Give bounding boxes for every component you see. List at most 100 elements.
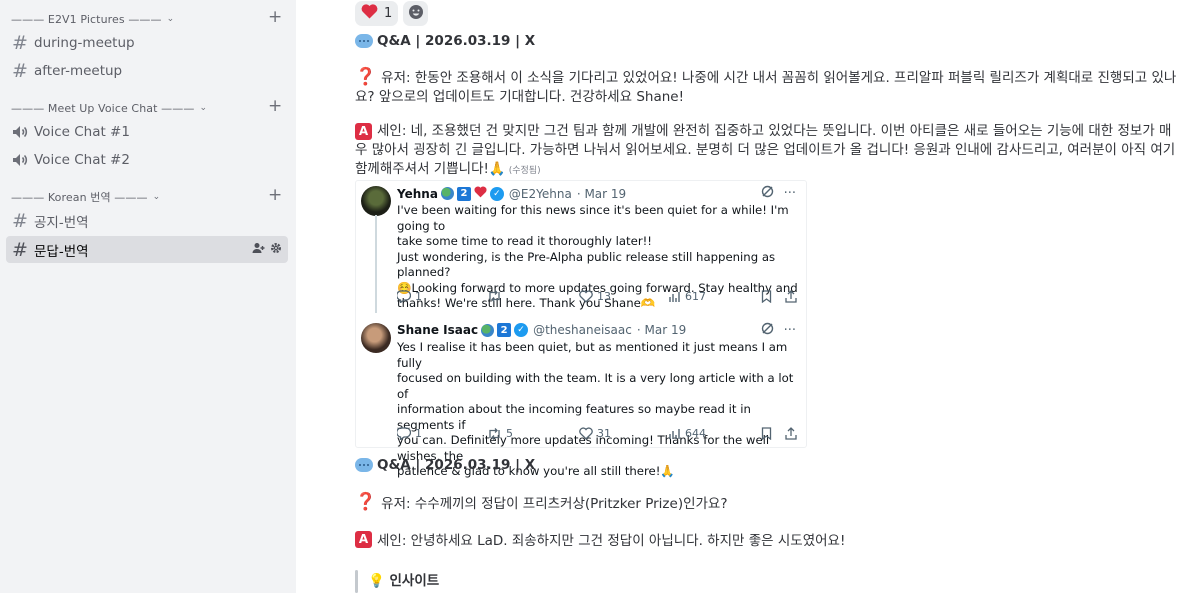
reply-button[interactable]: 1 xyxy=(397,290,422,303)
tweet-line: I've been waiting for this news since it… xyxy=(397,203,789,233)
insight-heading-text: 💡 인사이트 xyxy=(368,573,440,589)
answer-text: A 세인: 안녕하세요 LaD. 죄송하지만 그건 정답이 아닙니다. 하지만 … xyxy=(355,529,845,549)
like-button[interactable]: 31 xyxy=(579,427,611,440)
category-e2v1-pictures[interactable]: ——— E2V1 Pictures ——— ⌄ xyxy=(11,10,174,28)
globe-icon xyxy=(481,323,495,337)
create-channel-plus-icon[interactable]: + xyxy=(268,98,282,115)
letter-a-icon: A xyxy=(355,123,372,140)
answer-text: A 세인: 네, 조용했던 건 맞지만 그건 팀과 함께 개발에 완전히 집중하고… xyxy=(355,122,1180,181)
bookmark-button[interactable] xyxy=(761,290,772,303)
category-meetup-voice-chat[interactable]: ——— Meet Up Voice Chat ——— ⌄ xyxy=(11,99,207,117)
verified-icon: ✓ xyxy=(489,186,504,201)
number-badge: 2 xyxy=(456,186,471,201)
views-button[interactable]: 644 xyxy=(669,427,706,440)
channel-label: after-meetup xyxy=(34,62,123,79)
hash-icon: # xyxy=(12,209,28,232)
speech-bubble-icon xyxy=(355,458,373,472)
like-button[interactable]: 13 xyxy=(579,290,611,303)
heart-outline-icon xyxy=(579,427,593,440)
reply-button[interactable]: 1 xyxy=(397,427,422,440)
speaker-icon xyxy=(12,125,34,139)
share-button[interactable] xyxy=(785,290,797,303)
author-handle[interactable]: @E2Yehna xyxy=(509,187,572,201)
reply-count: 1 xyxy=(415,427,422,440)
views-button[interactable]: 617 xyxy=(669,290,706,303)
tweet-author-row: Yehna 2 ✓ @E2Yehna · Mar 19 xyxy=(397,186,626,201)
share-button[interactable] xyxy=(785,427,797,440)
bookmark-icon xyxy=(761,290,772,303)
more-options-icon[interactable]: ··· xyxy=(784,186,796,201)
tweet-line: Just wondering, is the Pre-Alpha public … xyxy=(397,249,776,280)
reply-count: 1 xyxy=(415,290,422,303)
gear-icon[interactable] xyxy=(270,242,282,257)
message-header: Q&A | 2026.03.19 | X xyxy=(355,33,535,49)
tweet-line: take some time to read it thoroughly lat… xyxy=(397,234,652,248)
channel-label: 문답-번역 xyxy=(34,243,89,260)
tweet-actions: 1 13 617 xyxy=(397,290,802,306)
speaker-icon xyxy=(12,153,34,167)
retweet-icon xyxy=(489,290,500,302)
channel-qna-translation[interactable]: # 문답-번역 xyxy=(6,236,288,263)
author-handle[interactable]: @theshaneisaac xyxy=(533,323,632,337)
grok-icon[interactable] xyxy=(761,185,774,202)
views-icon xyxy=(669,291,680,302)
number-badge: 2 xyxy=(497,323,512,337)
hash-icon: # xyxy=(12,59,28,82)
category-korean-translation[interactable]: ——— Korean 번역 ——— ⌄ xyxy=(11,188,160,206)
views-count: 617 xyxy=(685,290,706,303)
channel-after-meetup[interactable]: # after-meetup xyxy=(6,57,288,84)
insight-heading: 💡 인사이트 xyxy=(368,569,439,589)
tweet-author-row: Shane Isaac 2 ✓ @theshaneisaac · Mar 19 xyxy=(397,323,686,337)
tweet-date[interactable]: · Mar 19 xyxy=(577,187,626,201)
speech-bubble-icon xyxy=(355,34,373,48)
answer-body: 세인: 안녕하세요 LaD. 죄송하지만 그건 정답이 아닙니다. 하지만 좋은… xyxy=(377,533,846,549)
tweet-line: Yes I realise it has been quiet, but as … xyxy=(397,340,788,370)
avatar[interactable] xyxy=(361,323,391,353)
grok-icon[interactable] xyxy=(761,322,774,339)
bookmark-icon xyxy=(761,427,772,440)
voice-channel-1[interactable]: Voice Chat #1 xyxy=(6,118,288,145)
views-icon xyxy=(669,428,680,439)
message-header-text: Q&A | 2026.03.19 | X xyxy=(377,33,536,49)
question-mark-icon: ❓ xyxy=(355,67,377,87)
voice-channel-2[interactable]: Voice Chat #2 xyxy=(6,146,288,173)
tweet-menu: ··· xyxy=(761,322,796,339)
chevron-down-icon: ⌄ xyxy=(166,14,175,24)
question-text: ❓ 유저: 한동안 조용해서 이 소식을 기다리고 있었어요! 나중에 시간 내서… xyxy=(355,68,1180,107)
channel-sidebar: ——— E2V1 Pictures ——— ⌄ + # during-meetu… xyxy=(0,0,296,593)
retweet-button[interactable]: 5 xyxy=(487,427,513,440)
question-body: 유저: 수수께끼의 정답이 프리츠커상(Pritzker Prize)인가요? xyxy=(381,496,728,512)
retweet-icon xyxy=(489,427,500,440)
author-name[interactable]: Shane Isaac xyxy=(397,323,478,337)
tweet-date[interactable]: · Mar 19 xyxy=(637,323,686,337)
views-count: 644 xyxy=(685,427,706,440)
avatar[interactable] xyxy=(361,186,391,216)
heart-icon xyxy=(474,186,487,201)
channel-label: 공지-번역 xyxy=(34,214,89,231)
share-icon xyxy=(785,427,797,440)
question-text: ❓ 유저: 수수께끼의 정답이 프리츠커상(Pritzker Prize)인가요… xyxy=(355,492,728,512)
edited-label: (수정됨) xyxy=(508,166,541,176)
channel-announcement-translation[interactable]: # 공지-번역 xyxy=(6,207,288,234)
heart-reaction[interactable]: 1 xyxy=(355,1,399,26)
bookmark-button[interactable] xyxy=(761,427,772,440)
tweet-menu: ··· xyxy=(761,185,796,202)
invite-user-icon[interactable] xyxy=(252,242,265,257)
retweet-count: 5 xyxy=(506,427,513,440)
letter-a-icon: A xyxy=(355,530,372,548)
create-channel-plus-icon[interactable]: + xyxy=(268,9,282,26)
channel-label: during-meetup xyxy=(34,34,135,51)
reaction-count: 1 xyxy=(384,6,393,21)
more-options-icon[interactable]: ··· xyxy=(784,323,796,338)
smiley-icon xyxy=(408,4,424,24)
tweet-actions: 1 5 31 644 xyxy=(397,427,802,443)
blockquote-bar xyxy=(355,570,358,593)
channel-during-meetup[interactable]: # during-meetup xyxy=(6,29,288,56)
tweet-embed-card[interactable]: Yehna 2 ✓ @E2Yehna · Mar 19 ··· I've bee… xyxy=(355,180,807,478)
retweet-button[interactable] xyxy=(487,290,506,302)
verified-icon: ✓ xyxy=(514,323,529,337)
create-channel-plus-icon[interactable]: + xyxy=(268,187,282,204)
author-name[interactable]: Yehna xyxy=(397,187,438,201)
globe-icon xyxy=(440,187,454,200)
add-reaction-button[interactable] xyxy=(403,1,429,26)
